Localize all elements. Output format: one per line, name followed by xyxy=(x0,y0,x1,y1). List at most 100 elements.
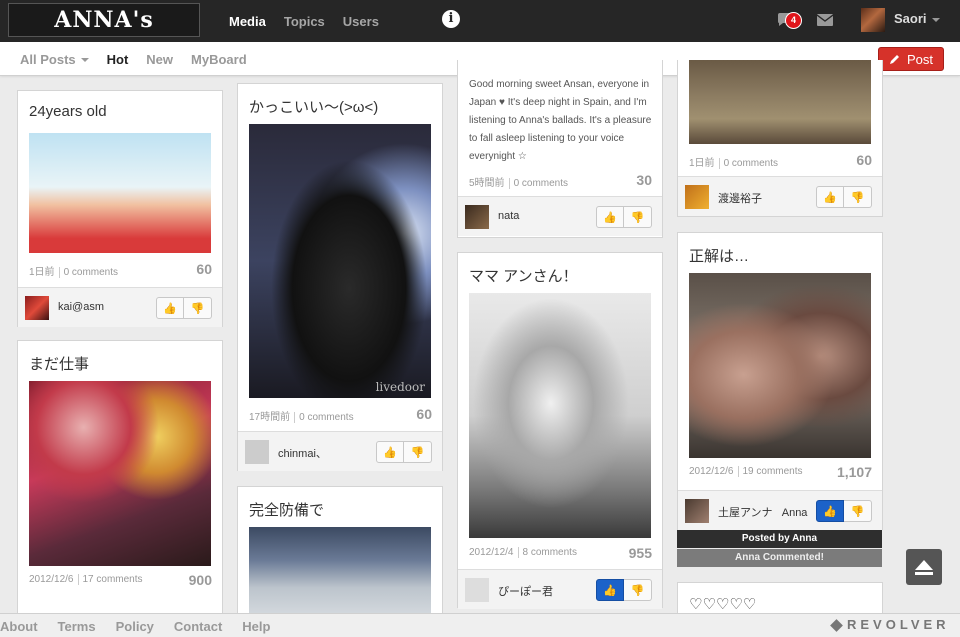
comment-count[interactable]: 8 comments xyxy=(523,547,577,558)
like-button[interactable]: 👍 xyxy=(816,186,844,208)
post-score: 955 xyxy=(628,545,652,561)
post-card[interactable]: 1日前 0 comments 60 渡邊裕子 👍 👎 xyxy=(677,60,883,217)
post-title: かっこいい〜(>ω<) xyxy=(249,99,379,116)
main-nav: Media Topics Users xyxy=(229,0,379,42)
post-meta: 1日前 0 comments xyxy=(689,154,778,169)
like-button[interactable]: 👍 xyxy=(596,579,624,601)
author-avatar[interactable] xyxy=(245,440,269,464)
comment-count[interactable]: 0 comments xyxy=(299,412,353,423)
post-title: 24years old xyxy=(29,103,107,120)
author-name[interactable]: 渡邊裕子 xyxy=(718,190,762,206)
chevron-down-icon xyxy=(80,58,89,63)
posted-by-banner: Posted by Anna xyxy=(677,530,882,548)
author-name-en: Anna xyxy=(781,507,808,519)
tab-hot[interactable]: Hot xyxy=(107,52,129,67)
post-photo[interactable] xyxy=(689,60,871,144)
commented-banner: Anna Commented! xyxy=(677,549,882,567)
post-card[interactable]: Good morning sweet Ansan, everyone in Ja… xyxy=(457,60,663,238)
like-button[interactable]: 👍 xyxy=(156,297,184,319)
dislike-button[interactable]: 👎 xyxy=(844,186,872,208)
post-footer: 渡邊裕子 👍 👎 xyxy=(678,176,882,216)
tab-myboard[interactable]: MyBoard xyxy=(191,52,247,67)
author-avatar[interactable] xyxy=(465,205,489,229)
top-navbar: ANNA's HEART Media Topics Users i 4 Saor… xyxy=(0,0,960,65)
dislike-button[interactable]: 👎 xyxy=(624,206,652,228)
tab-all-posts[interactable]: All Posts xyxy=(20,52,89,67)
author-avatar[interactable] xyxy=(465,578,489,602)
post-photo[interactable] xyxy=(29,381,211,566)
info-icon[interactable]: i xyxy=(442,10,460,28)
footer-bar: About Terms Policy Contact Help REVOLVER xyxy=(0,613,960,637)
author-name[interactable]: chinmai、 xyxy=(278,445,327,461)
tab-all-posts-label: All Posts xyxy=(20,51,76,67)
notification-badge[interactable]: 4 xyxy=(785,12,802,29)
comment-count[interactable]: 17 comments xyxy=(83,574,143,585)
post-card[interactable]: ママ アンさん！ 2012/12/4 8 comments 955 ぴーぽー君 👍… xyxy=(457,252,663,609)
photo-watermark: livedoor xyxy=(375,380,425,394)
post-meta: 17時間前 0 comments xyxy=(249,408,354,423)
post-photo[interactable]: livedoor xyxy=(249,124,431,398)
brand-name: REVOLVER xyxy=(847,617,950,632)
footer-link-about[interactable]: About xyxy=(0,619,38,634)
footer-link-terms[interactable]: Terms xyxy=(58,619,96,634)
post-meta: 2012/12/6 19 comments xyxy=(689,466,803,477)
mail-icon[interactable] xyxy=(817,13,833,27)
post-score: 60 xyxy=(856,152,872,168)
dislike-button[interactable]: 👎 xyxy=(624,579,652,601)
author-name[interactable]: ぴーぽー君 xyxy=(498,583,553,599)
user-menu[interactable]: Saori xyxy=(894,11,940,26)
post-score: 60 xyxy=(196,261,212,277)
author-avatar[interactable] xyxy=(685,185,709,209)
nav-topics[interactable]: Topics xyxy=(284,14,325,29)
author-name[interactable]: nata xyxy=(498,210,519,222)
nav-media[interactable]: Media xyxy=(229,14,266,29)
comment-count[interactable]: 19 comments xyxy=(743,466,803,477)
post-card[interactable]: かっこいい〜(>ω<) livedoor 17時間前 0 comments 60 … xyxy=(237,83,443,471)
user-avatar[interactable] xyxy=(861,8,885,32)
post-photo[interactable] xyxy=(29,133,211,253)
dislike-button[interactable]: 👎 xyxy=(404,441,432,463)
post-time: 17時間前 xyxy=(249,412,291,423)
author-name-jp: 土屋アンナ xyxy=(718,507,773,519)
like-button[interactable]: 👍 xyxy=(816,500,844,522)
pencil-icon xyxy=(889,55,899,64)
comment-count[interactable]: 0 comments xyxy=(724,158,778,169)
footer-link-policy[interactable]: Policy xyxy=(116,619,154,634)
diamond-icon xyxy=(830,619,843,632)
footer-link-contact[interactable]: Contact xyxy=(174,619,222,634)
post-meta: 2012/12/4 8 comments xyxy=(469,547,577,558)
tab-new[interactable]: New xyxy=(146,52,173,67)
dislike-button[interactable]: 👎 xyxy=(844,500,872,522)
author-name[interactable]: 土屋アンナ Anna xyxy=(718,504,807,520)
post-footer: chinmai、 👍 👎 xyxy=(238,431,442,471)
filter-tabs: All Posts Hot New MyBoard xyxy=(20,42,247,76)
post-card[interactable]: 正解は… 2012/12/6 19 comments 1,107 土屋アンナ An… xyxy=(677,232,883,530)
post-button[interactable]: Post xyxy=(878,47,944,71)
author-avatar[interactable] xyxy=(685,499,709,523)
username-label: Saori xyxy=(894,11,927,26)
post-footer: 土屋アンナ Anna 👍 👎 xyxy=(678,490,882,530)
like-button[interactable]: 👍 xyxy=(596,206,624,228)
post-title: 完全防備で xyxy=(249,502,325,519)
brand-logo[interactable]: REVOLVER xyxy=(830,617,950,632)
post-score: 30 xyxy=(636,172,652,188)
post-card[interactable]: 24years old 1日前 0 comments 60 kai@asm 👍 👎 xyxy=(17,90,223,327)
post-photo[interactable] xyxy=(689,273,871,458)
author-name[interactable]: kai@asm xyxy=(58,301,104,313)
like-button[interactable]: 👍 xyxy=(376,441,404,463)
post-photo[interactable] xyxy=(469,293,651,538)
site-logo[interactable]: ANNA's HEART xyxy=(8,3,200,65)
footer-link-help[interactable]: Help xyxy=(242,619,270,634)
chevron-down-icon xyxy=(931,17,940,22)
comment-count[interactable]: 0 comments xyxy=(514,178,568,189)
footer-links: About Terms Policy Contact Help xyxy=(0,614,270,637)
post-card[interactable]: まだ仕事 2012/12/6 17 comments 900 xyxy=(17,340,223,630)
post-score: 1,107 xyxy=(836,464,872,480)
author-avatar[interactable] xyxy=(25,296,49,320)
comment-count[interactable]: 0 comments xyxy=(64,267,118,278)
post-title: 正解は… xyxy=(689,248,750,265)
post-meta: 1日前 0 comments xyxy=(29,263,118,278)
dislike-button[interactable]: 👎 xyxy=(184,297,212,319)
nav-users[interactable]: Users xyxy=(343,14,379,29)
scroll-top-button[interactable] xyxy=(906,549,942,585)
